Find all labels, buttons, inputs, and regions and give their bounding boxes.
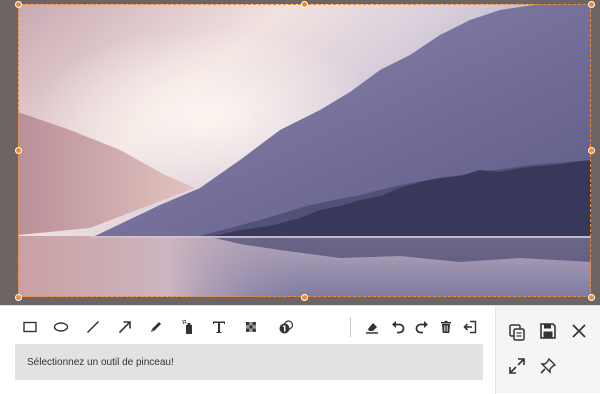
fullscreen-button[interactable] — [504, 353, 530, 379]
step-number-tool[interactable] — [275, 316, 297, 338]
copy-button[interactable] — [504, 319, 530, 345]
eraser-icon — [366, 323, 378, 334]
undo-icon — [392, 321, 405, 334]
copy-icon — [509, 324, 525, 341]
exit-button[interactable] — [459, 316, 481, 338]
arrow-icon — [118, 321, 131, 334]
eraser-button[interactable] — [361, 316, 383, 338]
text-tool[interactable] — [208, 316, 230, 338]
mosaic-icon — [246, 322, 256, 332]
save-button[interactable] — [535, 318, 561, 344]
mosaic-tool[interactable] — [240, 316, 262, 338]
rectangle-tool[interactable] — [19, 316, 41, 338]
close-icon — [572, 324, 586, 338]
pin-icon — [540, 357, 557, 374]
trash-icon — [441, 320, 451, 333]
resize-handle-bottom-left[interactable] — [14, 293, 22, 301]
expand-icon — [509, 358, 525, 374]
text-icon — [213, 321, 225, 333]
line-tool[interactable] — [82, 316, 104, 338]
close-button[interactable] — [566, 318, 592, 344]
brush-hint-text: Sélectionnez un outil de pinceau! — [27, 356, 174, 368]
resize-handle-top-right[interactable] — [587, 0, 595, 8]
save-icon — [540, 323, 556, 339]
redo-button[interactable] — [411, 316, 433, 338]
delete-button[interactable] — [435, 316, 457, 338]
resize-handle-bottom[interactable] — [301, 293, 308, 301]
resize-handle-top-left[interactable] — [14, 0, 22, 8]
resize-handle-top[interactable] — [301, 0, 308, 8]
spray-icon — [182, 319, 192, 334]
exit-icon — [463, 320, 477, 334]
editor-panel: Sélectionnez un outil de pinceau! — [0, 305, 600, 394]
step-number-icon — [279, 320, 294, 334]
spray-tool[interactable] — [176, 316, 198, 338]
toolbar-divider — [350, 317, 351, 337]
pencil-icon — [151, 322, 161, 332]
screenshot-canvas[interactable] — [0, 0, 600, 305]
arrow-tool[interactable] — [114, 316, 136, 338]
rectangle-icon — [23, 321, 37, 333]
undo-button[interactable] — [387, 316, 409, 338]
brush-hint-box: Sélectionnez un outil de pinceau! — [15, 344, 483, 380]
resize-handle-bottom-right[interactable] — [587, 293, 595, 301]
ellipse-icon — [53, 322, 69, 332]
resize-handle-right[interactable] — [587, 147, 595, 154]
resize-handle-left[interactable] — [14, 147, 22, 154]
line-icon — [86, 320, 100, 334]
ellipse-tool[interactable] — [50, 316, 72, 338]
drawing-toolbar: Sélectionnez un outil de pinceau! — [0, 306, 496, 394]
capture-selection[interactable] — [18, 4, 591, 297]
pencil-tool[interactable] — [145, 316, 167, 338]
pin-button[interactable] — [535, 353, 561, 379]
redo-icon — [415, 321, 428, 334]
